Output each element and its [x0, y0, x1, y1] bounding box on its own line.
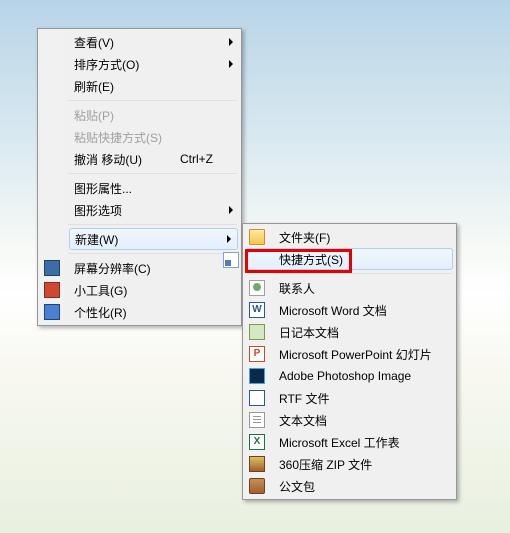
powerpoint-icon: P	[249, 346, 265, 362]
menu-label: Adobe Photoshop Image	[279, 369, 411, 383]
gadget-icon	[44, 282, 60, 298]
submenu-arrow-icon	[229, 206, 233, 214]
submenu-word[interactable]: W Microsoft Word 文档	[273, 299, 454, 321]
briefcase-icon	[249, 478, 265, 494]
submenu-arrow-icon	[229, 60, 233, 68]
rtf-icon	[249, 390, 265, 406]
menu-sort-by[interactable]: 排序方式(O)	[68, 53, 239, 75]
personalize-icon	[44, 304, 60, 320]
menu-label: 个性化(R)	[74, 304, 127, 321]
menu-personalize[interactable]: 个性化(R)	[68, 301, 239, 323]
menu-graphics-options[interactable]: 图形选项	[68, 199, 239, 221]
menu-refresh[interactable]: 刷新(E)	[68, 75, 239, 97]
menu-separator	[68, 100, 237, 101]
menu-label: 粘贴快捷方式(S)	[74, 129, 162, 146]
menu-label: 撤消 移动(U)	[74, 151, 142, 168]
submenu-rtf[interactable]: RTF 文件	[273, 387, 454, 409]
menu-label: Microsoft Excel 工作表	[279, 434, 400, 451]
new-submenu: 文件夹(F) 快捷方式(S) 联系人 W Microsoft Word 文档 日…	[242, 223, 457, 500]
menu-graphics-properties[interactable]: 图形属性...	[68, 177, 239, 199]
menu-separator	[68, 253, 237, 254]
menu-separator	[68, 173, 237, 174]
submenu-powerpoint[interactable]: P Microsoft PowerPoint 幻灯片	[273, 343, 454, 365]
submenu-shortcut[interactable]: 快捷方式(S)	[246, 248, 453, 270]
menu-new[interactable]: 新建(W)	[69, 228, 238, 250]
menu-label: 图形选项	[74, 202, 122, 219]
photoshop-icon	[249, 368, 265, 384]
menu-label: Microsoft PowerPoint 幻灯片	[279, 346, 432, 363]
menu-label: 快捷方式(S)	[279, 251, 343, 268]
menu-label: Microsoft Word 文档	[279, 302, 387, 319]
menu-shortcut: Ctrl+Z	[180, 152, 219, 166]
submenu-arrow-icon	[229, 38, 233, 46]
shortcut-icon	[223, 252, 239, 268]
menu-label: 刷新(E)	[74, 78, 114, 95]
menu-paste-shortcut: 粘贴快捷方式(S)	[68, 126, 239, 148]
submenu-items: 文件夹(F) 快捷方式(S) 联系人 W Microsoft Word 文档 日…	[273, 226, 454, 497]
menu-view[interactable]: 查看(V)	[68, 31, 239, 53]
submenu-zip[interactable]: 360压缩 ZIP 文件	[273, 453, 454, 475]
desktop-context-menu: 查看(V) 排序方式(O) 刷新(E) 粘贴(P) 粘贴快捷方式(S) 撤消 移…	[37, 28, 242, 326]
menu-label: 日记本文档	[279, 324, 339, 341]
menu-separator	[273, 273, 452, 274]
menu-items: 查看(V) 排序方式(O) 刷新(E) 粘贴(P) 粘贴快捷方式(S) 撤消 移…	[68, 31, 239, 323]
menu-label: 联系人	[279, 280, 315, 297]
menu-label: 排序方式(O)	[74, 56, 139, 73]
menu-paste: 粘贴(P)	[68, 104, 239, 126]
word-icon: W	[249, 302, 265, 318]
submenu-folder[interactable]: 文件夹(F)	[273, 226, 454, 248]
submenu-diary[interactable]: 日记本文档	[273, 321, 454, 343]
menu-label: 文本文档	[279, 412, 327, 429]
menu-gadgets[interactable]: 小工具(G)	[68, 279, 239, 301]
folder-icon	[249, 229, 265, 245]
menu-label: 文件夹(F)	[279, 229, 330, 246]
monitor-icon	[44, 260, 60, 276]
menu-label: 粘贴(P)	[74, 107, 114, 124]
submenu-contact[interactable]: 联系人	[273, 277, 454, 299]
diary-icon	[249, 324, 265, 340]
menu-label: 小工具(G)	[74, 282, 127, 299]
submenu-text-document[interactable]: 文本文档	[273, 409, 454, 431]
menu-label: 新建(W)	[75, 231, 118, 248]
menu-label: 360压缩 ZIP 文件	[279, 456, 372, 473]
zip-icon	[249, 456, 265, 472]
menu-separator	[68, 224, 237, 225]
submenu-photoshop[interactable]: Adobe Photoshop Image	[273, 365, 454, 387]
submenu-briefcase[interactable]: 公文包	[273, 475, 454, 497]
menu-label: RTF 文件	[279, 390, 329, 407]
excel-icon: X	[249, 434, 265, 450]
menu-screen-resolution[interactable]: 屏幕分辨率(C)	[68, 257, 239, 279]
text-file-icon	[249, 412, 265, 428]
contact-icon	[249, 280, 265, 296]
menu-label: 屏幕分辨率(C)	[74, 260, 151, 277]
submenu-excel[interactable]: X Microsoft Excel 工作表	[273, 431, 454, 453]
menu-undo-move[interactable]: 撤消 移动(U) Ctrl+Z	[68, 148, 239, 170]
menu-icon-column	[40, 31, 66, 323]
menu-label: 公文包	[279, 478, 315, 495]
submenu-arrow-icon	[227, 235, 231, 243]
menu-label: 图形属性...	[74, 180, 132, 197]
menu-label: 查看(V)	[74, 34, 114, 51]
